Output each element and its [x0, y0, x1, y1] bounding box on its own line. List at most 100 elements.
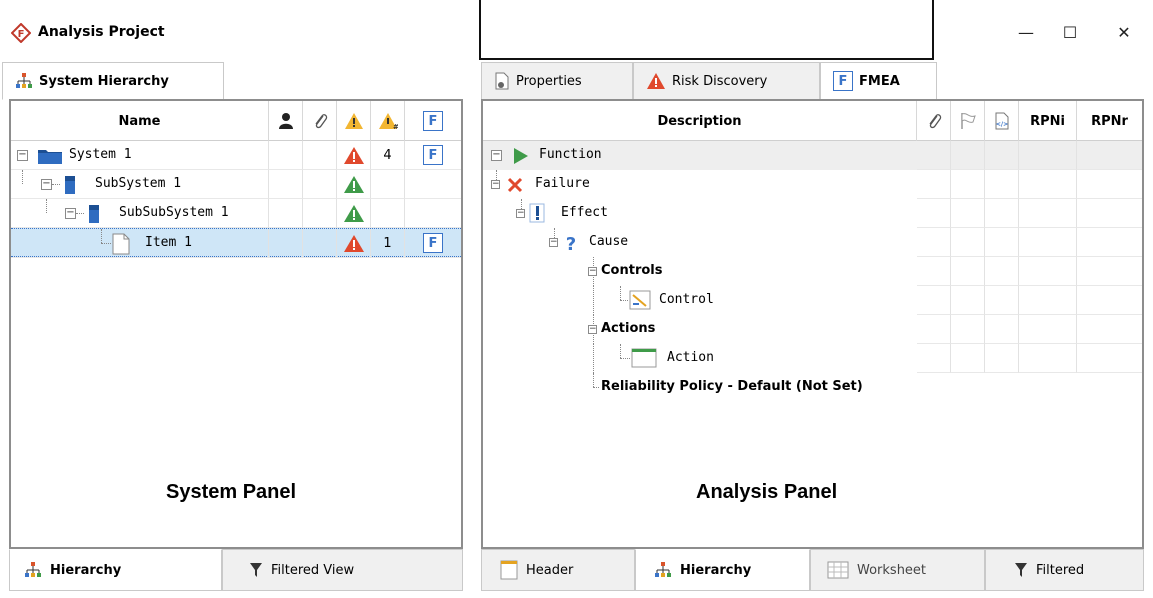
tree-row-subsubsystem[interactable]: − SubSubSystem 1 — [11, 199, 461, 228]
tree-label: Actions — [601, 321, 656, 336]
tab-label: Risk Discovery — [672, 73, 768, 89]
analysis-row-actions[interactable]: − Actions — [483, 315, 1142, 344]
close-button[interactable]: ✕ — [1102, 18, 1146, 46]
code-column-icon[interactable]: </> — [985, 101, 1019, 141]
item-document-icon — [112, 233, 130, 255]
tab-analysis-hierarchy[interactable]: Hierarchy — [635, 549, 810, 591]
analysis-row-action[interactable]: Action — [483, 344, 1142, 373]
tab-system-hierarchy[interactable]: System Hierarchy — [2, 62, 224, 100]
filter-icon — [1015, 563, 1027, 577]
collapse-toggle[interactable]: − — [588, 325, 597, 334]
attachment-column-icon[interactable] — [917, 101, 951, 141]
tree-label: Function — [539, 147, 602, 162]
analysis-row-controls[interactable]: − Controls — [483, 257, 1142, 286]
fmea-column[interactable]: F — [405, 101, 461, 141]
column-rpnr[interactable]: RPNr — [1077, 101, 1142, 141]
filter-icon — [250, 563, 262, 577]
app-logo-icon: F — [11, 23, 31, 43]
subsystem-icon — [65, 176, 75, 194]
warning-red-icon — [647, 73, 665, 89]
collapse-toggle[interactable]: − — [491, 150, 502, 161]
system-header-row: Name # F — [11, 101, 461, 141]
analysis-row-policy[interactable]: Reliability Policy - Default (Not Set) — [483, 373, 1142, 402]
warning-column-icon[interactable] — [337, 101, 371, 141]
collapse-toggle[interactable]: − — [65, 208, 76, 219]
risk-red-icon — [344, 147, 364, 164]
tree-label: SubSubSystem 1 — [119, 205, 229, 220]
tree-label: Action — [667, 350, 714, 365]
user-column-icon[interactable] — [269, 101, 303, 141]
tree-row-subsystem[interactable]: − SubSystem 1 — [11, 170, 461, 199]
tab-worksheet[interactable]: Worksheet — [810, 549, 985, 591]
hierarchy-icon — [655, 562, 671, 577]
column-description[interactable]: Description — [483, 101, 917, 141]
analysis-row-cause[interactable]: − ? Cause — [483, 228, 1142, 257]
control-icon — [629, 290, 651, 310]
action-icon — [631, 348, 657, 368]
properties-icon — [495, 72, 509, 90]
tree-label: Failure — [535, 176, 590, 191]
title-bar: F Analysis Project — ☐ ✕ — [0, 0, 1153, 62]
fmea-icon[interactable]: F — [423, 233, 443, 253]
fmea-icon[interactable]: F — [423, 145, 443, 165]
tree-label: System 1 — [69, 147, 132, 162]
tree-label: Control — [659, 292, 714, 307]
cause-question-icon: ? — [566, 234, 576, 253]
analysis-row-effect[interactable]: − Effect — [483, 199, 1142, 228]
svg-text:</>: </> — [995, 121, 1007, 128]
tab-fmea[interactable]: F FMEA — [820, 62, 937, 100]
risk-green-icon — [344, 176, 364, 193]
tab-label: Worksheet — [857, 562, 927, 578]
minimize-button[interactable]: — — [1004, 18, 1048, 46]
risk-red-icon — [344, 235, 364, 252]
tree-row-item[interactable]: 1 F Item 1 — [11, 228, 461, 258]
svg-text:#: # — [393, 123, 398, 130]
function-play-icon — [514, 148, 528, 164]
svg-text:F: F — [18, 29, 25, 40]
tab-filtered-view[interactable]: Filtered View — [222, 549, 463, 591]
maximize-button[interactable]: ☐ — [1048, 18, 1092, 46]
tree-label: Item 1 — [145, 235, 192, 250]
tree-row-system[interactable]: 4 F − System 1 — [11, 141, 461, 170]
tab-label: System Hierarchy — [39, 73, 169, 89]
folder-icon — [38, 150, 62, 164]
title-highlight-box — [479, 0, 934, 60]
tab-label: Properties — [516, 73, 582, 89]
column-name[interactable]: Name — [11, 101, 269, 141]
tab-risk-discovery[interactable]: Risk Discovery — [633, 62, 820, 100]
collapse-toggle[interactable]: − — [588, 267, 597, 276]
column-rpni[interactable]: RPNi — [1019, 101, 1077, 141]
subsystem-icon — [89, 205, 99, 223]
analysis-panel: Description </> RPNi RPNr − Function − F… — [481, 99, 1144, 549]
collapse-toggle[interactable]: − — [17, 150, 28, 161]
tab-filtered[interactable]: Filtered — [985, 549, 1144, 591]
flag-column-icon[interactable] — [951, 101, 985, 141]
tab-label: Hierarchy — [50, 562, 122, 578]
collapse-toggle[interactable]: − — [491, 180, 500, 189]
system-panel-label: System Panel — [166, 481, 297, 503]
collapse-toggle[interactable]: − — [549, 238, 558, 247]
collapse-toggle[interactable]: − — [41, 179, 52, 190]
fmea-icon: F — [833, 71, 853, 91]
tab-label: Header — [526, 562, 574, 578]
worksheet-icon — [827, 561, 849, 579]
tab-label: Hierarchy — [680, 562, 752, 578]
warning-count: 4 — [371, 141, 405, 170]
analysis-row-failure[interactable]: − Failure — [483, 170, 1142, 199]
failure-icon — [507, 177, 523, 193]
effect-exclamation-icon — [529, 203, 545, 223]
collapse-toggle[interactable]: − — [516, 209, 525, 218]
analysis-header-row: Description </> RPNi RPNr — [483, 101, 1142, 141]
tree-label: Effect — [561, 205, 608, 220]
analysis-row-function[interactable]: − Function — [483, 141, 1142, 170]
warning-count: 1 — [371, 229, 405, 258]
tab-bottom-hierarchy[interactable]: Hierarchy — [9, 549, 222, 591]
tab-header[interactable]: Header — [481, 549, 635, 591]
attachment-column-icon[interactable] — [303, 101, 337, 141]
analysis-row-control[interactable]: Control — [483, 286, 1142, 315]
warning-count-column-icon[interactable]: # — [371, 101, 405, 141]
tab-properties[interactable]: Properties — [481, 62, 633, 100]
header-icon — [500, 560, 518, 580]
analysis-panel-label: Analysis Panel — [696, 481, 838, 503]
hierarchy-icon — [16, 73, 32, 88]
